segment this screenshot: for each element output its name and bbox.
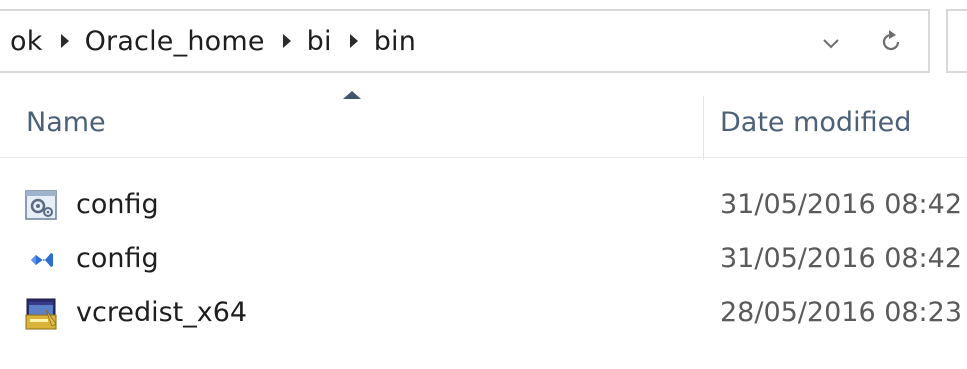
column-header-name[interactable]: Name <box>26 107 106 138</box>
chevron-down-icon[interactable] <box>820 32 842 54</box>
address-bar[interactable]: ok Oracle_home bi bin <box>0 9 930 73</box>
search-box[interactable] <box>946 9 967 73</box>
config-settings-file-icon <box>25 190 57 220</box>
file-name: config <box>76 243 159 274</box>
file-row-vcredist[interactable]: vcredist_x64 28/05/2016 08:23 <box>0 288 967 340</box>
file-explorer-window: ok Oracle_home bi bin Name Date modified <box>0 0 967 369</box>
breadcrumb-item-bi[interactable]: bi <box>305 26 334 57</box>
file-date: 31/05/2016 08:42 <box>720 243 963 274</box>
column-header-date-modified[interactable]: Date modified <box>720 107 911 138</box>
file-row-config-vs[interactable]: config 31/05/2016 08:42 <box>0 234 967 286</box>
file-name: config <box>76 189 159 220</box>
column-divider[interactable] <box>703 96 704 160</box>
sort-ascending-icon <box>343 91 361 99</box>
file-row-config-settings[interactable]: config 31/05/2016 08:42 <box>0 180 967 232</box>
file-date: 28/05/2016 08:23 <box>720 297 963 328</box>
breadcrumb-separator-icon[interactable] <box>349 34 358 48</box>
file-date: 31/05/2016 08:42 <box>720 189 963 220</box>
breadcrumb-item-ok[interactable]: ok <box>8 26 45 57</box>
breadcrumb-item-oracle-home[interactable]: Oracle_home <box>83 26 267 57</box>
breadcrumb-separator-icon[interactable] <box>60 34 69 48</box>
header-divider <box>0 157 967 158</box>
breadcrumb: ok Oracle_home bi bin <box>8 11 418 71</box>
breadcrumb-separator-icon[interactable] <box>282 34 291 48</box>
refresh-icon[interactable] <box>878 29 904 55</box>
breadcrumb-item-bin[interactable]: bin <box>372 26 418 57</box>
installer-exe-icon <box>25 298 57 330</box>
file-name: vcredist_x64 <box>76 297 248 328</box>
visual-studio-file-icon <box>31 253 53 267</box>
